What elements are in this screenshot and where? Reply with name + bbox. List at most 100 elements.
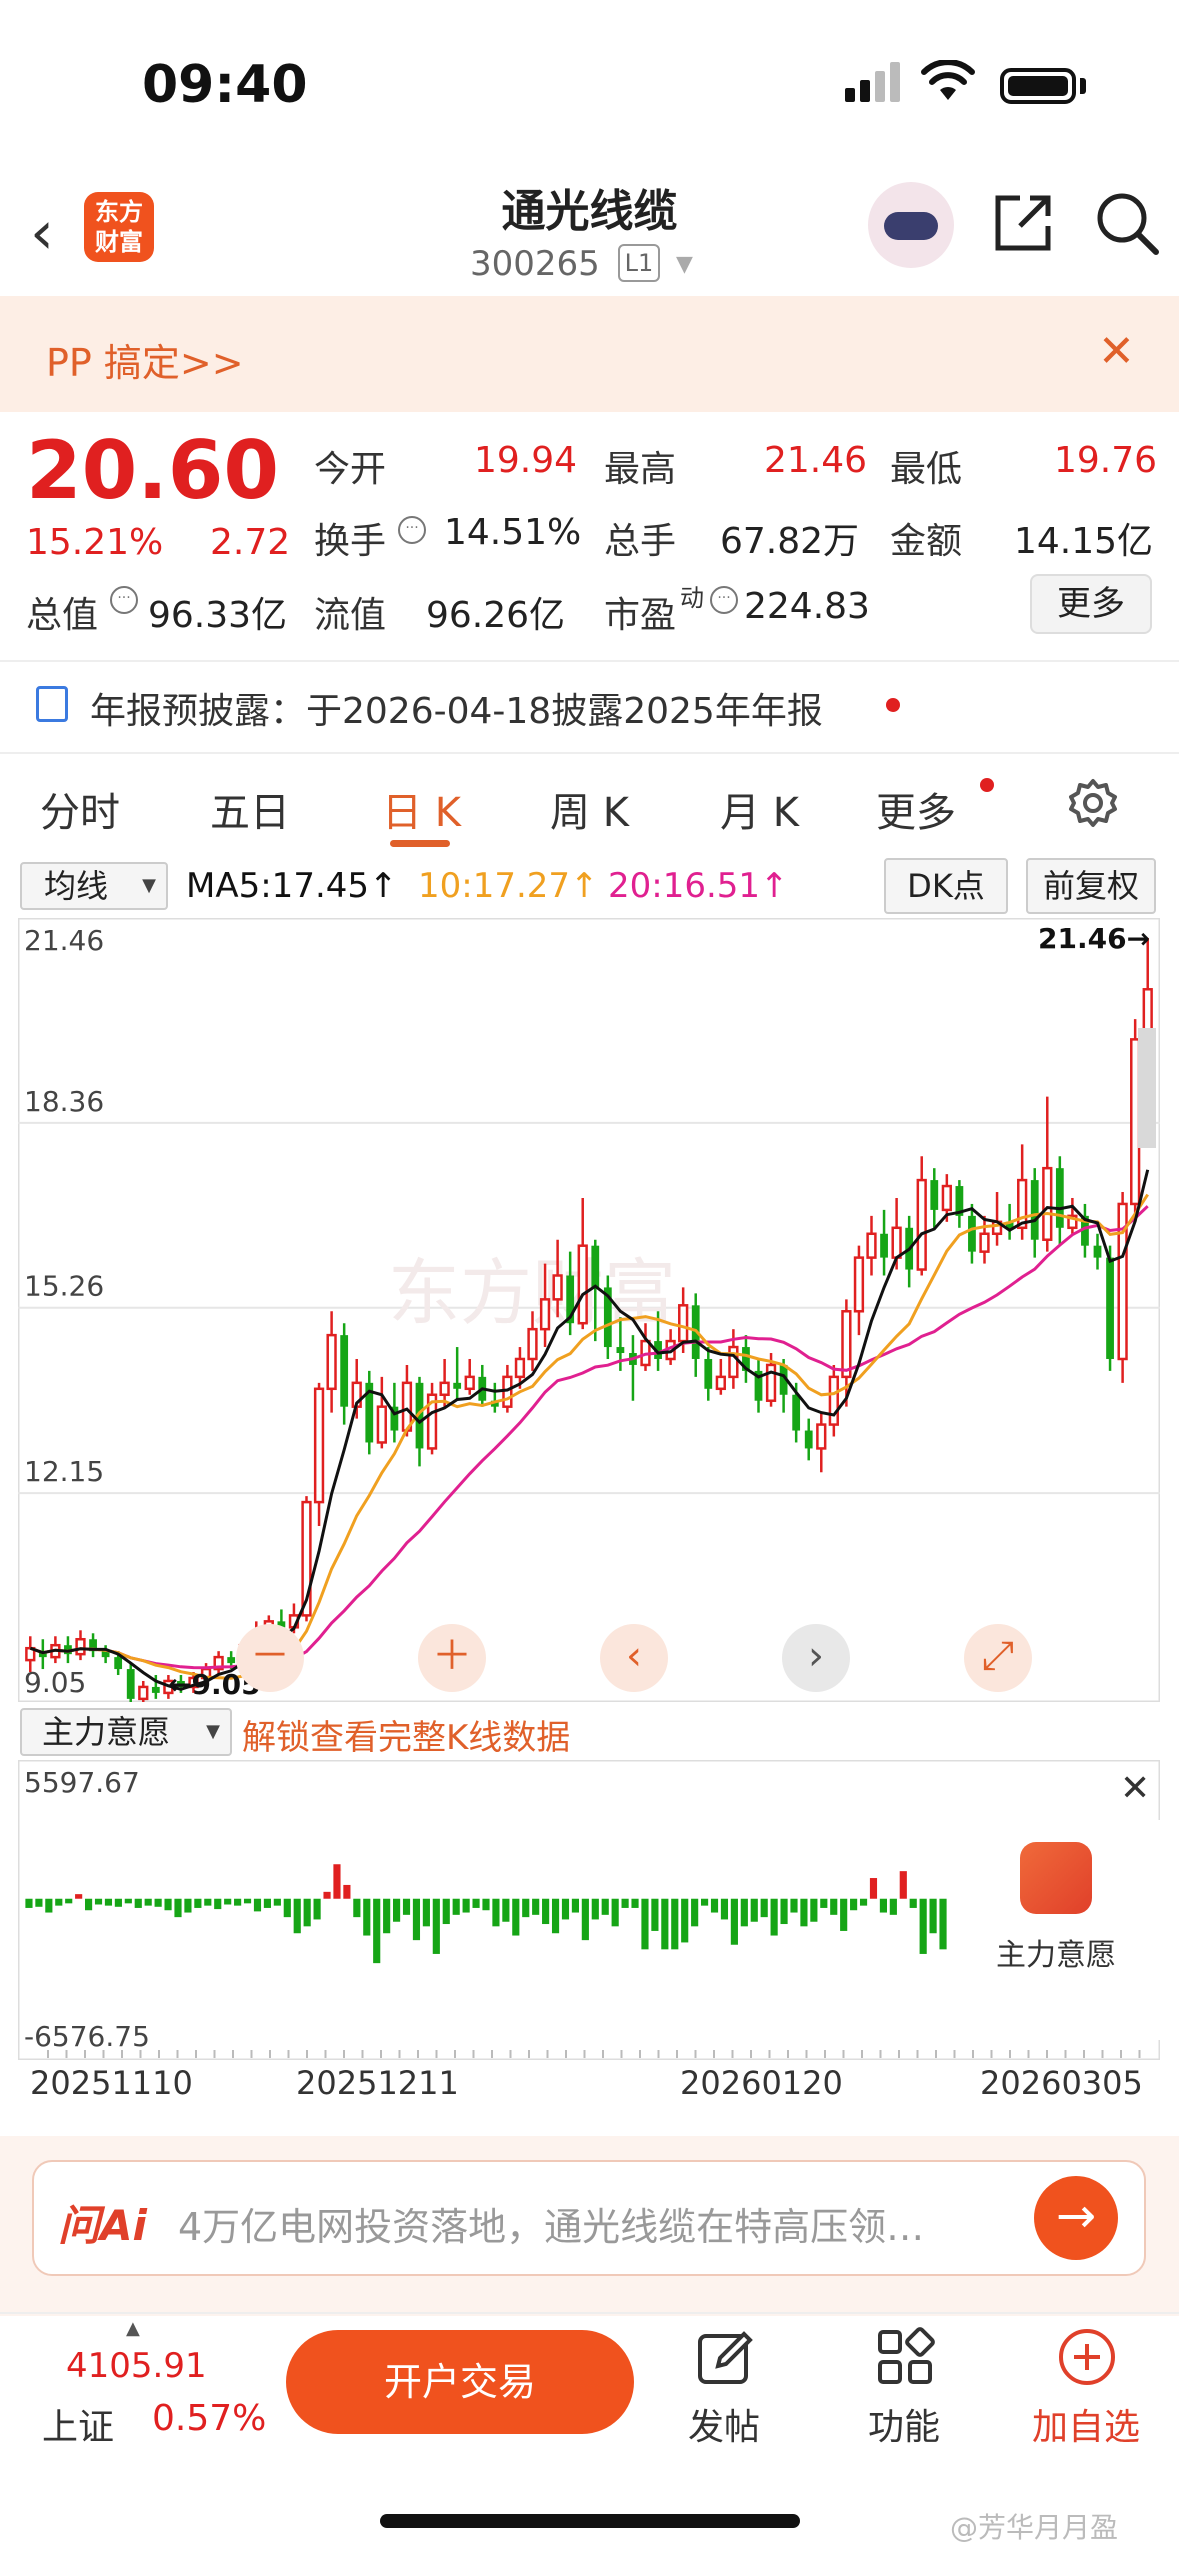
candle-body — [527, 1327, 538, 1361]
watchlist-label[interactable]: 加自选 — [1032, 2398, 1140, 2450]
flow-bar — [780, 1898, 788, 1925]
index-percent[interactable]: 0.57% — [152, 2398, 266, 2439]
flow-panel-label[interactable]: 主力意愿 — [996, 1930, 1116, 1974]
next-button[interactable]: › — [782, 1624, 850, 1692]
ai-question-text[interactable]: 4万亿电网投资落地，通光线缆在特高压领… — [178, 2196, 1008, 2251]
y-tick: 15.26 — [24, 1270, 104, 1303]
flow-bar — [850, 1898, 858, 1911]
open-value: 19.94 — [474, 440, 578, 481]
flow-bar — [174, 1898, 182, 1918]
flow-bar — [422, 1898, 430, 1927]
level-badge[interactable]: L1 — [618, 244, 660, 282]
low-label: 最低 — [890, 449, 963, 490]
candle-body — [880, 1233, 888, 1258]
zoom-out-button[interactable]: － — [236, 1624, 304, 1692]
info-icon[interactable]: ··· — [710, 586, 738, 614]
share-icon[interactable] — [990, 190, 1056, 256]
flow-bar — [452, 1898, 460, 1915]
indicator-select[interactable]: 均线 ▼ — [20, 862, 168, 910]
candle-body — [464, 1375, 475, 1391]
candle-body — [968, 1215, 976, 1252]
index-name[interactable]: 上证 — [42, 2398, 114, 2450]
flow-bar — [214, 1898, 222, 1910]
candle-body — [114, 1657, 123, 1670]
flow-bar — [909, 1898, 917, 1908]
float-label: 流值 — [314, 595, 387, 636]
candle-body — [227, 1657, 236, 1664]
high-annotation: 21.46→ — [1038, 922, 1150, 955]
post-label[interactable]: 发帖 — [688, 2398, 760, 2450]
zoom-in-button[interactable]: ＋ — [418, 1624, 486, 1692]
info-icon[interactable]: ··· — [398, 516, 426, 544]
battery-icon — [1000, 68, 1076, 104]
ai-assistant-avatar[interactable] — [868, 182, 954, 268]
tab-daily-k[interactable]: 日 K — [382, 780, 461, 838]
dk-point-button[interactable]: DK点 — [884, 858, 1008, 914]
index-value[interactable]: 4105.91 — [66, 2346, 207, 2386]
candlestick-chart[interactable]: 东方财富21.4618.3615.2612.159.0521.46→←9.05 — [18, 918, 1160, 1702]
tab-five-day[interactable]: 五日 — [210, 780, 290, 838]
tab-more[interactable]: 更多 — [876, 780, 956, 838]
chevron-down-icon[interactable]: ▼ — [676, 252, 693, 277]
flow-bar — [929, 1898, 937, 1934]
info-icon[interactable]: ··· — [110, 586, 138, 614]
flow-bar — [701, 1898, 709, 1906]
candle-body — [804, 1430, 813, 1449]
tab-intraday[interactable]: 分时 — [40, 780, 120, 838]
y-tick: 12.15 — [24, 1455, 104, 1488]
float-value: 96.26亿 — [426, 595, 566, 636]
arrow-right-icon[interactable]: → — [1034, 2176, 1118, 2260]
x-tick: 20260120 — [680, 2064, 843, 2102]
flow-bar — [561, 1898, 570, 1920]
open-account-trade-button[interactable]: 开户交易 — [286, 2330, 634, 2434]
close-icon[interactable]: ✕ — [1120, 1768, 1150, 1809]
flow-bar — [432, 1898, 440, 1954]
mktcap-label: 总值 — [26, 595, 99, 636]
function-grid-icon[interactable] — [874, 2326, 936, 2388]
flow-indicator-select[interactable]: 主力意愿 ▼ — [20, 1708, 232, 1756]
report-notice[interactable]: 年报预披露：于2026-04-18披露2025年年报 — [90, 682, 823, 734]
candle-body — [376, 1405, 387, 1444]
flow-bar — [879, 1898, 887, 1913]
flow-bar — [482, 1898, 490, 1911]
flow-bar — [293, 1898, 301, 1934]
candle-body — [313, 1387, 325, 1504]
flow-chart-icon[interactable] — [1020, 1842, 1092, 1914]
flow-bar — [104, 1898, 113, 1906]
search-icon[interactable] — [1094, 190, 1160, 256]
more-button[interactable]: 更多 — [1030, 574, 1152, 634]
unlock-link[interactable]: 解锁查看完整K线数据 — [242, 1710, 570, 1759]
high-value: 21.46 — [764, 440, 868, 481]
notification-dot — [886, 698, 900, 712]
flow-bar — [363, 1898, 371, 1936]
function-label[interactable]: 功能 — [868, 2398, 940, 2450]
y-tick: -6576.75 — [24, 2020, 150, 2053]
add-watchlist-icon[interactable] — [1056, 2326, 1118, 2388]
flow-bar — [243, 1898, 252, 1904]
flow-bar — [611, 1898, 619, 1927]
prev-button[interactable]: ‹ — [600, 1624, 668, 1692]
close-icon[interactable]: ✕ — [1098, 326, 1135, 377]
mktcap-value: 96.33亿 — [148, 595, 288, 636]
edit-post-icon[interactable] — [694, 2326, 756, 2388]
adjust-button[interactable]: 前复权 — [1026, 858, 1156, 914]
flow-bar — [353, 1898, 361, 1918]
pe-label: 市盈 — [604, 595, 677, 636]
wifi-icon — [921, 60, 975, 100]
index-up-arrow-icon: ▲ — [126, 2318, 140, 2339]
tab-weekly-k[interactable]: 周 K — [550, 780, 629, 838]
promo-banner-text[interactable]: PP 搞定>> — [46, 332, 244, 387]
flow-bar — [671, 1898, 679, 1950]
last-price: 20.60 — [26, 424, 280, 517]
candle-body — [916, 1178, 927, 1271]
flow-bar — [114, 1898, 122, 1907]
scroll-indicator — [1138, 1028, 1156, 1148]
home-indicator[interactable] — [380, 2514, 800, 2528]
candle-body — [439, 1381, 450, 1397]
flow-bar — [899, 1871, 907, 1899]
expand-button[interactable]: ⤢ — [964, 1624, 1032, 1692]
flow-bar — [492, 1898, 500, 1927]
gear-icon[interactable] — [1068, 778, 1118, 828]
tab-monthly-k[interactable]: 月 K — [720, 780, 799, 838]
flow-bar — [94, 1898, 103, 1905]
